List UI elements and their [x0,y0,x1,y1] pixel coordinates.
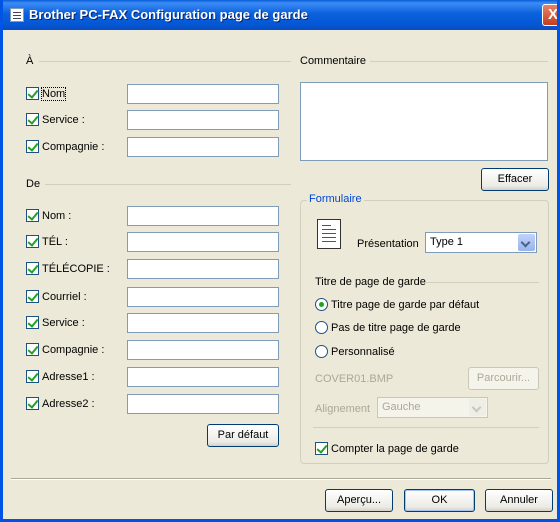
window-title: Brother PC-FAX Configuration page de gar… [29,7,308,22]
clear-button[interactable]: Effacer [481,168,549,191]
browse-button[interactable]: Parcourir... [468,367,539,390]
from-address2-input[interactable] [127,394,279,414]
alignment-value: Gauche [382,401,421,413]
to-service-checkbox[interactable] [26,113,39,126]
radio-no-title-label: Pas de titre page de garde [331,322,461,334]
from-name-input[interactable] [127,206,279,226]
to-company-checkbox[interactable] [26,140,39,153]
from-fax-input[interactable] [127,259,279,279]
radio-custom[interactable] [315,345,328,358]
from-phone-label: TÉL : [42,236,68,248]
cancel-button[interactable]: Annuler [485,489,553,512]
to-service-input[interactable] [127,110,279,130]
cover-page-dialog: Brother PC-FAX Configuration page de gar… [0,0,560,522]
from-company-label: Compagnie : [42,344,105,356]
from-address2-checkbox[interactable] [26,397,39,410]
comment-textarea[interactable] [300,82,548,161]
radio-default-title[interactable] [315,298,328,311]
to-service-label: Service : [42,114,85,126]
preview-button[interactable]: Aperçu... [325,489,393,512]
form-divider [313,427,539,428]
from-phone-checkbox[interactable] [26,235,39,248]
from-fax-label: TÉLÉCOPIE : [42,263,110,275]
from-email-checkbox[interactable] [26,290,39,303]
from-name-checkbox[interactable] [26,209,39,222]
from-address1-label: Adresse1 : [42,371,95,383]
radio-default-title-label: Titre page de garde par défaut [331,299,480,311]
close-button[interactable]: X [542,4,557,26]
to-divider [39,61,291,62]
form-heading: Formulaire [307,193,364,205]
presentation-label: Présentation [357,238,419,250]
cover-title-heading: Titre de page de garde [315,276,426,288]
comment-divider [370,61,548,62]
title-bar[interactable]: Brother PC-FAX Configuration page de gar… [3,0,557,30]
to-company-input[interactable] [127,137,279,157]
chevron-down-icon[interactable] [469,399,486,416]
from-name-label: Nom : [42,210,72,222]
to-name-input[interactable] [127,84,279,104]
presentation-value: Type 1 [430,236,464,248]
from-service-label: Service : [42,317,85,329]
from-service-checkbox[interactable] [26,316,39,329]
to-name-label: Nom [40,87,67,101]
chevron-down-icon[interactable] [518,234,535,251]
file-name: COVER01.BMP [315,373,394,385]
count-cover-label: Compter la page de garde [331,443,459,455]
presentation-select[interactable]: Type 1 [425,232,537,253]
ok-button[interactable]: OK [404,489,475,512]
from-company-checkbox[interactable] [26,343,39,356]
alignment-select[interactable]: Gauche [377,397,488,418]
radio-custom-label: Personnalisé [331,346,395,358]
from-service-input[interactable] [127,313,279,333]
cover-title-divider [426,282,539,283]
comment-heading: Commentaire [300,55,367,67]
radio-no-title[interactable] [315,321,328,334]
from-address2-label: Adresse2 : [42,398,95,410]
count-cover-checkbox[interactable] [315,442,328,455]
to-company-label: Compagnie : [42,141,105,153]
from-fax-checkbox[interactable] [26,262,39,275]
from-address1-input[interactable] [127,367,279,387]
to-name-checkbox[interactable] [26,87,39,100]
from-divider [45,184,291,185]
document-icon [317,219,341,249]
from-company-input[interactable] [127,340,279,360]
from-address1-checkbox[interactable] [26,370,39,383]
from-email-label: Courriel : [42,291,87,303]
app-icon [10,8,24,22]
from-email-input[interactable] [127,287,279,307]
to-section-heading: À [26,55,34,67]
from-phone-input[interactable] [127,232,279,252]
footer-divider [11,478,551,479]
default-button[interactable]: Par défaut [207,424,279,447]
alignment-label: Alignement [315,403,371,415]
from-section-heading: De [26,178,41,190]
